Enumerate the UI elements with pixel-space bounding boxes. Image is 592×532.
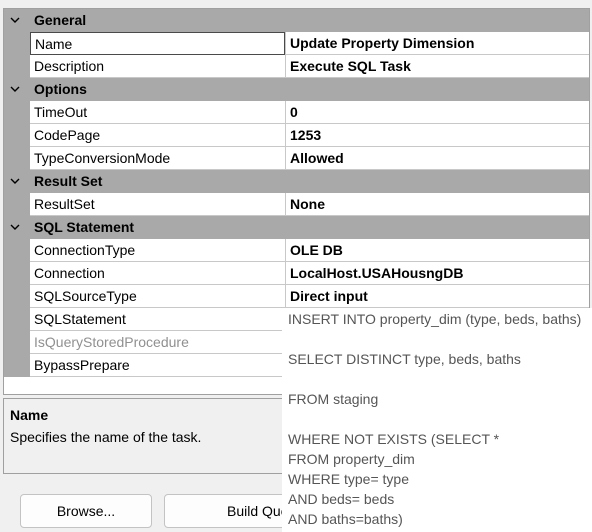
category-sql-statement[interactable]: SQL Statement <box>4 216 589 239</box>
browse-button[interactable]: Browse... <box>20 494 152 528</box>
category-label: Options <box>34 81 87 97</box>
sql-line: FROM staging <box>288 391 379 407</box>
property-value[interactable]: Allowed <box>285 147 589 170</box>
property-value[interactable]: Execute SQL Task <box>285 55 589 78</box>
property-name[interactable]: Name <box>30 32 285 55</box>
sql-statement-editor[interactable]: INSERT INTO property_dim (type, beds, ba… <box>282 308 592 532</box>
property-row-codepage[interactable]: CodePage 1253 <box>4 124 589 147</box>
sql-line: AND beds= beds <box>288 491 395 507</box>
property-value[interactable]: LocalHost.USAHousngDB <box>285 262 589 285</box>
property-name[interactable]: Connection <box>30 262 285 285</box>
sql-line: WHERE type= type <box>288 471 409 487</box>
chevron-down-icon[interactable] <box>8 174 22 188</box>
property-row-typeconversionmode[interactable]: TypeConversionMode Allowed <box>4 147 589 170</box>
chevron-down-icon[interactable] <box>8 13 22 27</box>
category-general[interactable]: General <box>4 9 589 32</box>
category-label: Result Set <box>34 173 103 189</box>
property-row-resultset[interactable]: ResultSet None <box>4 193 589 216</box>
sql-line: SELECT DISTINCT type, beds, baths <box>288 351 521 367</box>
property-name: IsQueryStoredProcedure <box>30 331 285 354</box>
description-title: Name <box>10 407 49 423</box>
category-label: SQL Statement <box>34 219 135 235</box>
property-row-name[interactable]: Name Update Property Dimension <box>4 32 589 55</box>
description-text: Specifies the name of the task. <box>10 429 202 445</box>
category-options[interactable]: Options <box>4 78 589 101</box>
property-value[interactable]: Update Property Dimension <box>285 32 589 55</box>
sql-line: AND baths=baths) <box>288 511 403 527</box>
property-name[interactable]: ConnectionType <box>30 239 285 262</box>
sql-line: WHERE NOT EXISTS (SELECT * <box>288 431 500 447</box>
property-value[interactable]: 0 <box>285 101 589 124</box>
property-value[interactable]: None <box>285 193 589 216</box>
property-row-description[interactable]: Description Execute SQL Task <box>4 55 589 78</box>
property-name[interactable]: SQLStatement <box>30 308 285 331</box>
property-name[interactable]: TypeConversionMode <box>30 147 285 170</box>
property-value[interactable]: Direct input <box>285 285 589 308</box>
property-name[interactable]: Description <box>30 55 285 78</box>
category-label: General <box>34 12 87 28</box>
sql-line: INSERT INTO property_dim (type, beds, ba… <box>288 311 582 327</box>
property-name[interactable]: SQLSourceType <box>30 285 285 308</box>
category-result-set[interactable]: Result Set <box>4 170 589 193</box>
sql-line: FROM property_dim <box>288 451 415 467</box>
property-name[interactable]: ResultSet <box>30 193 285 216</box>
property-value[interactable]: OLE DB <box>285 239 589 262</box>
chevron-down-icon[interactable] <box>8 220 22 234</box>
property-row-timeout[interactable]: TimeOut 0 <box>4 101 589 124</box>
property-row-sqlsourcetype[interactable]: SQLSourceType Direct input <box>4 285 589 308</box>
property-name[interactable]: TimeOut <box>30 101 285 124</box>
property-row-connectiontype[interactable]: ConnectionType OLE DB <box>4 239 589 262</box>
chevron-down-icon[interactable] <box>8 82 22 96</box>
property-name[interactable]: CodePage <box>30 124 285 147</box>
property-name[interactable]: BypassPrepare <box>30 354 285 377</box>
property-value[interactable]: 1253 <box>285 124 589 147</box>
property-row-connection[interactable]: Connection LocalHost.USAHousngDB <box>4 262 589 285</box>
